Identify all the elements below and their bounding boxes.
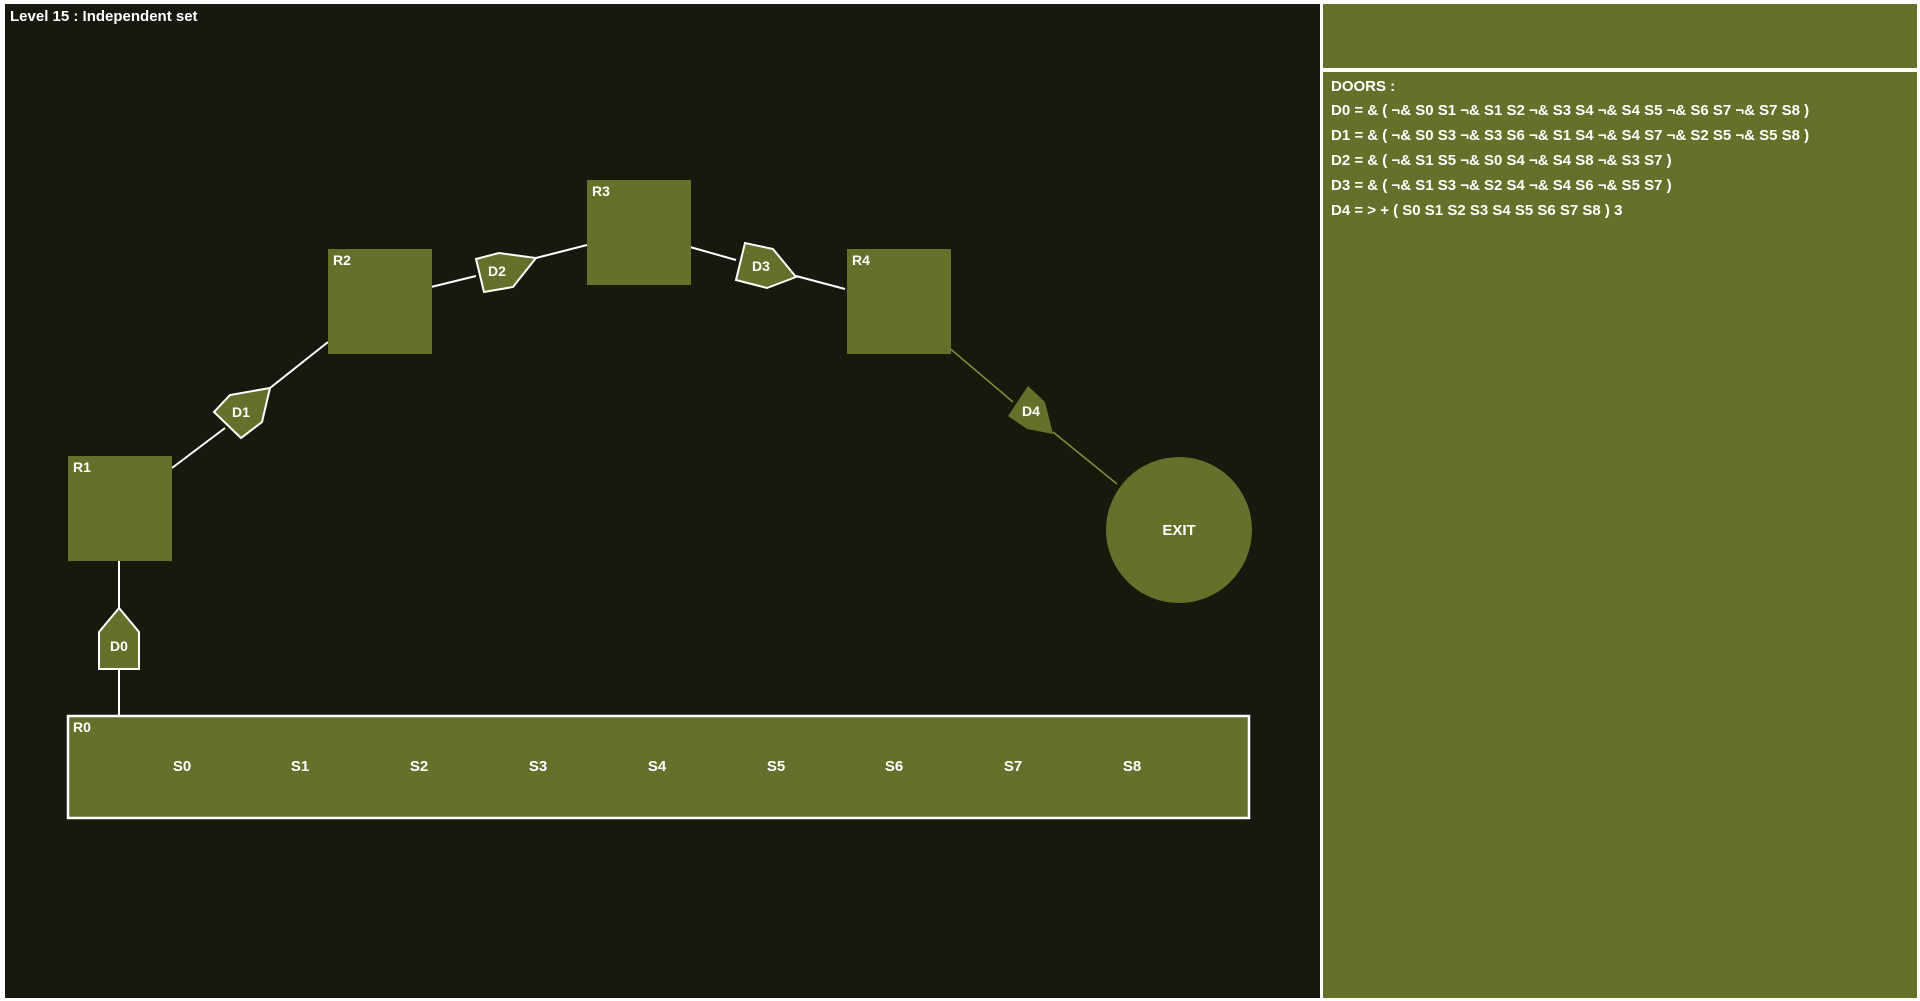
door-condition-d4: D4 = > + ( S0 S1 S2 S3 S4 S5 S6 S7 S8 ) … [1331,202,1623,219]
corridor-r3-d3 [689,246,737,261]
corridor-r4-d4 [946,345,1014,403]
door-d3-label: D3 [752,258,770,274]
door-d4[interactable]: D4 [1008,386,1053,434]
info-header-panel [1323,4,1917,68]
doors-header: DOORS : [1331,78,1396,95]
corridors [118,244,1118,716]
door-d2-label: D2 [488,263,506,279]
door-d1-label: D1 [232,404,250,420]
corridor-d2-r3 [535,244,588,259]
switch-s7[interactable]: S7 [1004,758,1022,775]
door-d2[interactable]: D2 [474,251,538,294]
door-condition-d0: D0 = & ( ¬& S0 S1 ¬& S1 S2 ¬& S3 S4 ¬& S… [1331,102,1810,119]
switch-s3[interactable]: S3 [529,758,547,775]
switch-s2[interactable]: S2 [410,758,428,775]
door-d4-label: D4 [1022,403,1040,419]
exit-node[interactable]: EXIT [1106,457,1252,603]
doors-panel: DOORS : D0 = & ( ¬& S0 S1 ¬& S1 S2 ¬& S3… [1323,72,1917,998]
door-condition-d1: D1 = & ( ¬& S0 S3 ¬& S3 S6 ¬& S1 S4 ¬& S… [1331,127,1810,144]
room-r3-label: R3 [592,183,610,199]
exit-label: EXIT [1162,522,1195,539]
corridor-r2-d2 [430,275,477,288]
switch-s1[interactable]: S1 [291,758,309,775]
switch-s0[interactable]: S0 [173,758,191,775]
switch-s4[interactable]: S4 [648,758,667,775]
level-map: R0 S0 S1 S2 S3 S4 S5 S6 S7 S8 R1 R2 R3 R… [66,180,1252,820]
door-condition-d3: D3 = & ( ¬& S1 S3 ¬& S2 S4 ¬& S4 S6 ¬& S… [1331,177,1672,194]
room-r4[interactable]: R4 [847,249,951,354]
door-conditions-list: D0 = & ( ¬& S0 S1 ¬& S1 S2 ¬& S3 S4 ¬& S… [1331,102,1809,227]
game-map-panel: Level 15 : Independent set R0 S0 S1 S2 S… [5,4,1320,998]
switch-s6[interactable]: S6 [885,758,903,775]
room-r2-label: R2 [333,252,351,268]
door-d0-label: D0 [110,638,128,654]
corridor-d4-exit [1052,431,1118,485]
switch-s5[interactable]: S5 [767,758,785,775]
room-r0-label: R0 [73,719,91,735]
room-r1[interactable]: R1 [68,456,172,561]
corridor-d3-r4 [795,275,846,290]
door-d3[interactable]: D3 [734,241,798,290]
room-r2[interactable]: R2 [328,249,432,354]
door-condition-d2: D2 = & ( ¬& S1 S5 ¬& S0 S4 ¬& S4 S8 ¬& S… [1331,152,1672,169]
room-r3[interactable]: R3 [587,180,691,285]
switch-s8[interactable]: S8 [1123,758,1141,775]
corridor-r1-d1 [171,427,226,469]
room-r1-label: R1 [73,459,91,475]
door-d0[interactable]: D0 [98,606,140,670]
corridor-d1-r2 [269,341,329,389]
room-r4-label: R4 [852,252,870,268]
